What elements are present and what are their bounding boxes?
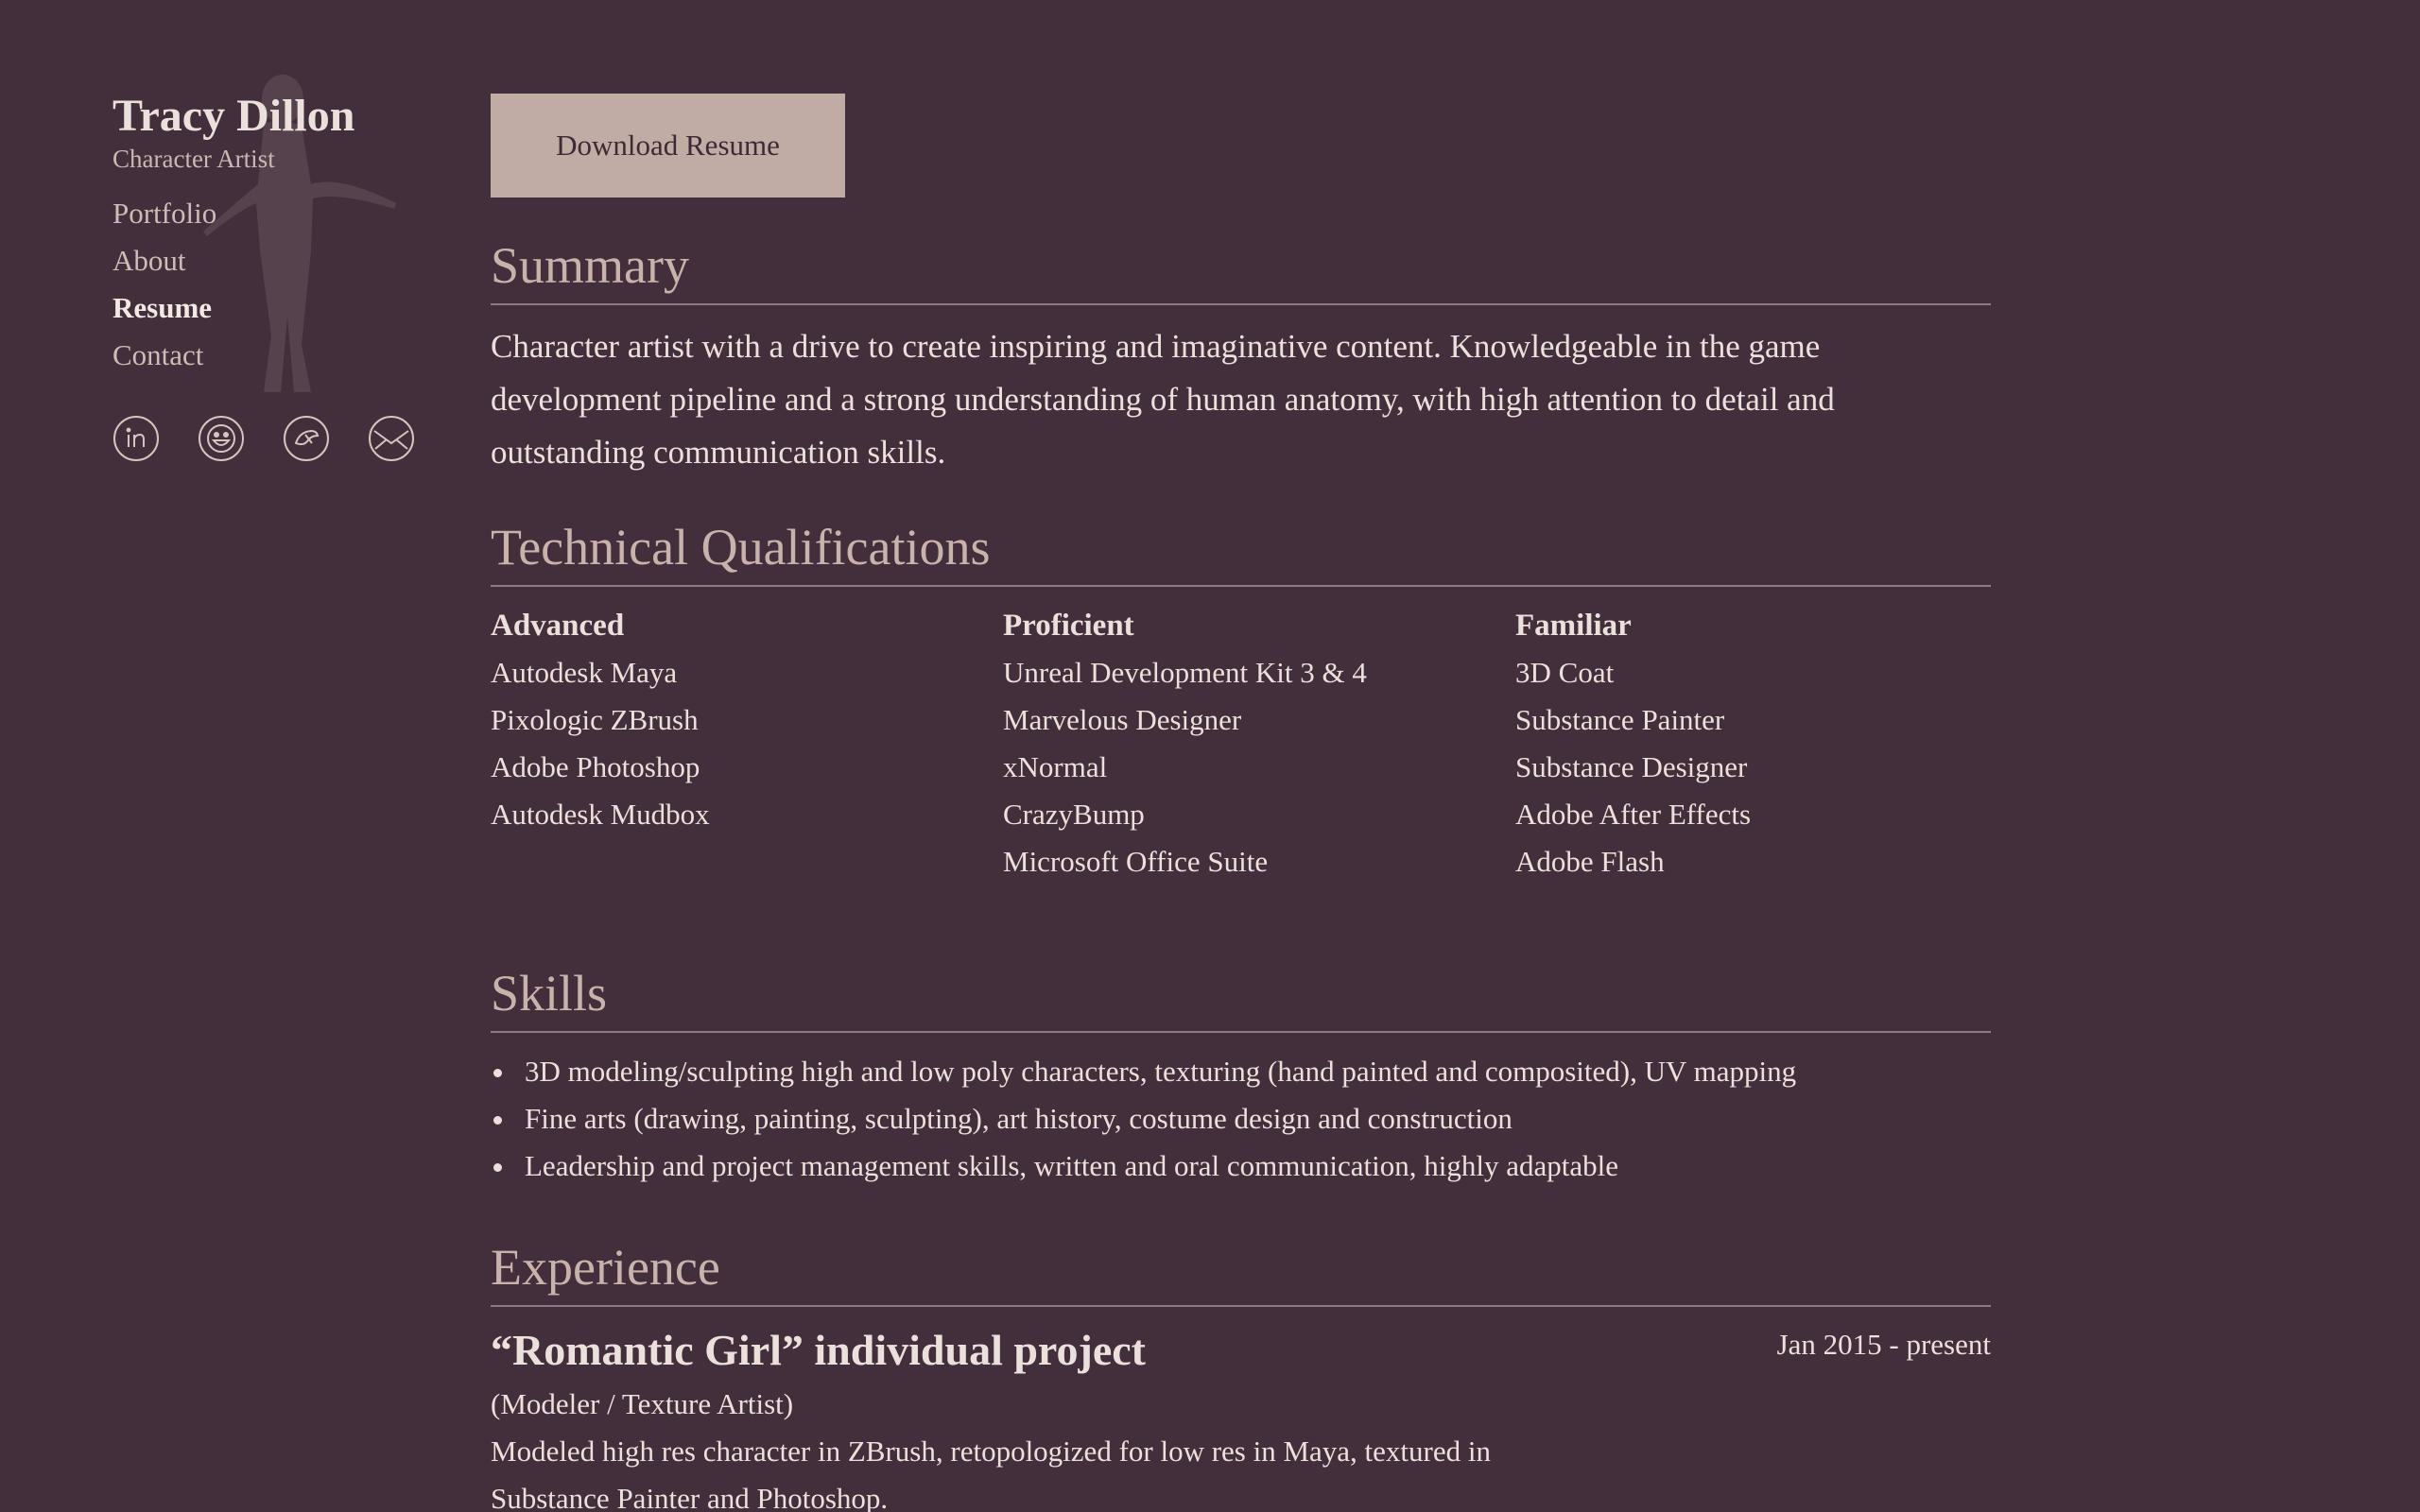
skill-item: 3D modeling/sculpting high and low poly … <box>491 1048 1991 1095</box>
qualification-item: xNormal <box>1003 750 1108 783</box>
nav-item-contact[interactable]: Contact <box>112 332 434 379</box>
experience-section: Experience “Romantic Girl” individual pr… <box>491 1237 1991 1512</box>
qualification-item: Unreal Development Kit 3 & 4 <box>1003 656 1367 689</box>
summary-text: Character artist with a drive to create … <box>491 328 1835 471</box>
summary-section: Summary Character artist with a drive to… <box>491 235 1991 479</box>
nav-item-about[interactable]: About <box>112 237 434 284</box>
job-title: “Romantic Girl” individual project <box>491 1326 1146 1374</box>
qualification-heading: Advanced <box>491 609 625 643</box>
qualification-item: Adobe Flash <box>1515 845 1665 878</box>
skills-section: Skills 3D modeling/sculpting high and lo… <box>491 963 1991 1190</box>
job-header: “Romantic Girl” individual project Jan 2… <box>491 1324 1991 1377</box>
job-role: (Modeler / Texture Artist) <box>491 1387 794 1420</box>
qualification-item: Pixologic ZBrush <box>491 703 699 736</box>
experience-title: Experience <box>491 1237 1991 1307</box>
job-dates: Jan 2015 - present <box>1776 1328 1991 1361</box>
qualification-item: Autodesk Mudbox <box>491 798 710 831</box>
qualification-columns: Advanced Autodesk Maya Pixologic ZBrush … <box>491 602 1991 885</box>
site-role: Character Artist <box>112 145 275 173</box>
qualification-item: Autodesk Maya <box>491 656 678 689</box>
qualification-heading: Familiar <box>1515 609 1632 643</box>
site-name[interactable]: Tracy Dillon <box>112 90 434 143</box>
resume-page: Tracy Dillon Character Artist Portfolio … <box>0 0 2420 1512</box>
smiley-icon[interactable] <box>198 415 245 462</box>
main-nav: Portfolio About Resume Contact <box>112 190 434 379</box>
linkedin-icon[interactable] <box>112 415 160 462</box>
qualification-item: Microsoft Office Suite <box>1003 845 1269 878</box>
qualification-item: Substance Designer <box>1515 750 1748 783</box>
job-description: Modeled high res character in ZBrush, re… <box>491 1435 1491 1512</box>
qualification-item: 3D Coat <box>1515 656 1615 689</box>
sidebar: Tracy Dillon Character Artist Portfolio … <box>112 75 434 462</box>
qualification-column-proficient: Proficient Unreal Development Kit 3 & 4 … <box>1003 602 1515 885</box>
summary-title: Summary <box>491 235 1991 305</box>
job-entry: “Romantic Girl” individual project Jan 2… <box>491 1324 1991 1512</box>
skills-list: 3D modeling/sculpting high and low poly … <box>491 1048 1991 1190</box>
main-content: Download Resume Summary Character artist… <box>491 94 1991 1512</box>
artstation-icon[interactable] <box>283 415 330 462</box>
skill-item: Fine arts (drawing, painting, sculpting)… <box>491 1095 1991 1143</box>
qualification-item: Adobe After Effects <box>1515 798 1752 831</box>
skill-item: Leadership and project management skills… <box>491 1143 1991 1190</box>
technical-qualifications-section: Technical Qualifications Advanced Autode… <box>491 517 1991 885</box>
qualification-column-advanced: Advanced Autodesk Maya Pixologic ZBrush … <box>491 602 1003 885</box>
download-resume-button[interactable]: Download Resume <box>491 94 845 198</box>
skills-title: Skills <box>491 963 1991 1033</box>
qualification-item: Marvelous Designer <box>1003 703 1242 736</box>
qualification-column-familiar: Familiar 3D Coat Substance Painter Subst… <box>1515 602 1991 885</box>
qualification-item: CrazyBump <box>1003 798 1145 831</box>
nav-item-portfolio[interactable]: Portfolio <box>112 190 434 237</box>
nav-item-resume[interactable]: Resume <box>112 284 434 332</box>
social-links <box>112 415 434 462</box>
qualification-item: Adobe Photoshop <box>491 750 700 783</box>
qualification-item: Substance Painter <box>1515 703 1725 736</box>
qualification-heading: Proficient <box>1003 609 1134 643</box>
technical-qualifications-title: Technical Qualifications <box>491 517 1991 587</box>
email-icon[interactable] <box>368 415 415 462</box>
